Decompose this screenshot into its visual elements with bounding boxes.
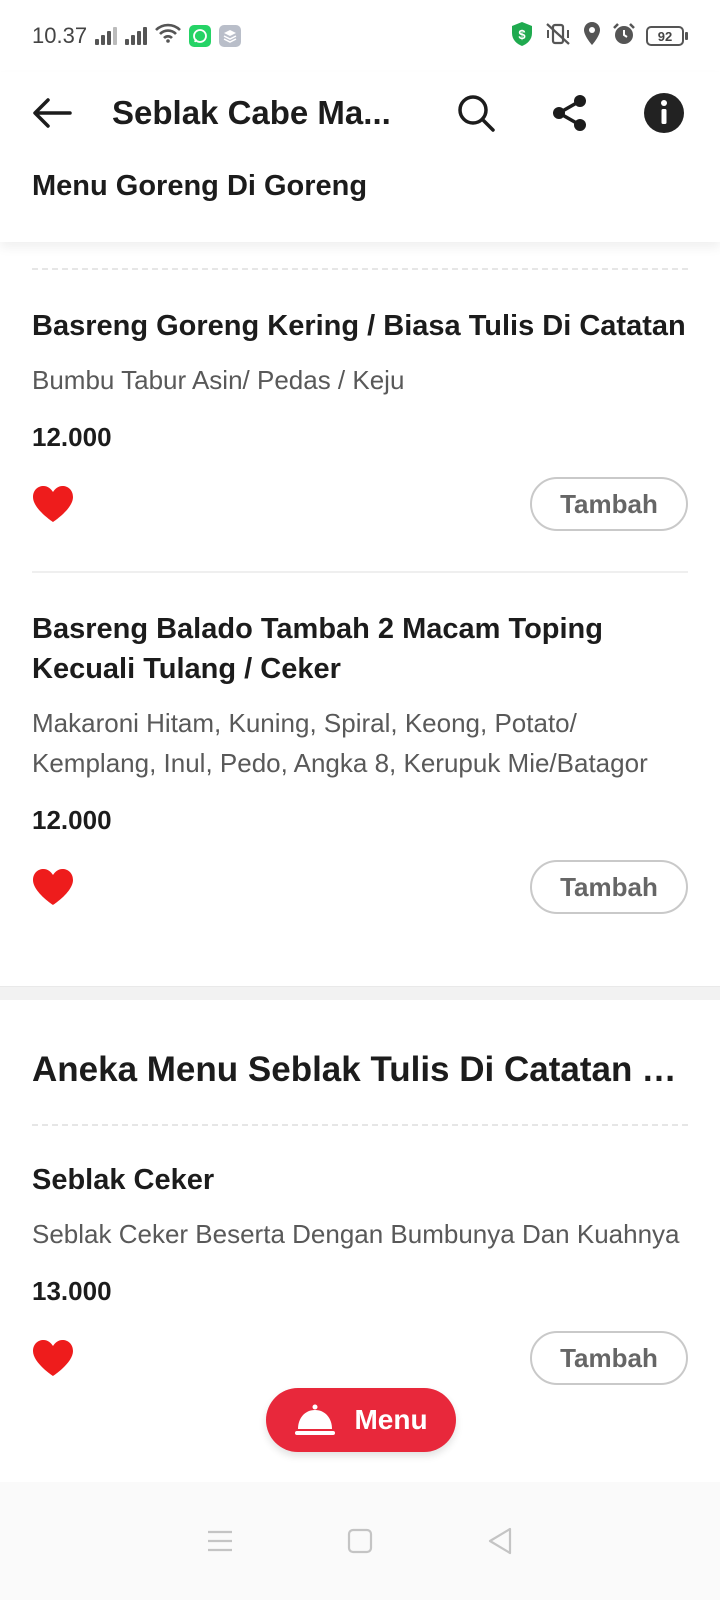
mute-vibrate-icon <box>544 22 572 51</box>
section-tab[interactable]: Menu Goreng Di Goreng <box>32 170 367 203</box>
item-actions: Tambah <box>32 1331 688 1385</box>
item-description: Makaroni Hitam, Kuning, Spiral, Keong, P… <box>32 708 648 778</box>
menu-item[interactable]: Seblak Ceker Seblak Ceker Beserta Dengan… <box>0 1160 720 1385</box>
status-bar: 10.37 $ 92 <box>0 0 720 72</box>
menu-fab-button[interactable]: Menu <box>266 1388 456 1452</box>
shield-icon: $ <box>510 21 534 52</box>
share-button[interactable] <box>546 89 594 137</box>
menu-content: Basreng Goreng Kering / Biasa Tulis Di C… <box>0 242 720 1385</box>
add-button[interactable]: Tambah <box>530 860 688 914</box>
add-button[interactable]: Tambah <box>530 477 688 531</box>
battery-icon: 92 <box>646 26 688 46</box>
search-icon <box>458 95 495 132</box>
menu-lines-icon <box>208 1530 232 1552</box>
dashed-divider <box>32 268 688 270</box>
triangle-back-icon <box>488 1527 512 1555</box>
favorite-button[interactable] <box>32 1337 76 1379</box>
menu-item[interactable]: Basreng Balado Tambah 2 Macam Toping Kec… <box>0 609 720 914</box>
item-description: Bumbu Tabur Asin/ Pedas / Keju <box>32 365 405 395</box>
info-button[interactable] <box>640 89 688 137</box>
layers-app-icon <box>219 25 242 47</box>
back-button[interactable] <box>32 89 80 137</box>
recent-apps-button[interactable] <box>200 1521 240 1561</box>
item-price: 12.000 <box>32 805 112 835</box>
item-title: Seblak Ceker <box>32 1164 215 1196</box>
system-nav-bar <box>0 1482 720 1600</box>
app-header: Seblak Cabe Ma... Menu Goreng Di Goreng <box>0 72 720 242</box>
info-icon <box>644 93 684 133</box>
svg-text:$: $ <box>518 27 526 42</box>
heart-icon <box>33 869 73 905</box>
section-title: Aneka Menu Seblak Tulis Di Catatan Y... <box>32 1050 691 1089</box>
back-nav-button[interactable] <box>480 1521 520 1561</box>
toolbar-actions <box>452 89 688 137</box>
menu-fab-label: Menu <box>354 1404 428 1435</box>
toolbar: Seblak Cabe Ma... <box>0 72 720 154</box>
status-right: $ 92 <box>510 21 688 52</box>
item-description: Seblak Ceker Beserta Dengan Bumbunya Dan… <box>32 1219 680 1249</box>
add-button[interactable]: Tambah <box>530 1331 688 1385</box>
share-icon <box>553 95 586 131</box>
section-gap <box>0 986 720 1000</box>
location-icon <box>582 21 602 52</box>
alarm-icon <box>612 22 636 51</box>
menu-item[interactable]: Basreng Goreng Kering / Biasa Tulis Di C… <box>0 306 720 531</box>
item-price: 12.000 <box>32 422 112 452</box>
heart-icon <box>33 486 73 522</box>
item-title: Basreng Balado Tambah 2 Macam Toping Kec… <box>32 613 603 685</box>
home-square-icon <box>347 1528 373 1554</box>
signal-icon <box>95 27 118 45</box>
status-time: 10.37 <box>32 23 88 48</box>
item-actions: Tambah <box>32 477 688 531</box>
dashed-divider <box>32 1124 688 1126</box>
heart-icon <box>33 1340 73 1376</box>
wifi-icon <box>155 23 181 49</box>
battery-level: 92 <box>646 26 684 46</box>
cloche-icon <box>295 1404 336 1435</box>
restaurant-title: Seblak Cabe Ma... <box>112 94 391 131</box>
signal-icon-2 <box>125 27 148 45</box>
item-actions: Tambah <box>32 860 688 914</box>
status-left: 10.37 <box>32 23 242 49</box>
favorite-button[interactable] <box>32 483 76 525</box>
item-price: 13.000 <box>32 1276 112 1306</box>
item-divider <box>32 571 688 573</box>
search-button[interactable] <box>452 89 500 137</box>
item-title: Basreng Goreng Kering / Biasa Tulis Di C… <box>32 310 686 342</box>
whatsapp-icon <box>189 25 212 47</box>
favorite-button[interactable] <box>32 866 76 908</box>
arrow-left-icon <box>33 98 72 128</box>
home-button[interactable] <box>340 1521 380 1561</box>
